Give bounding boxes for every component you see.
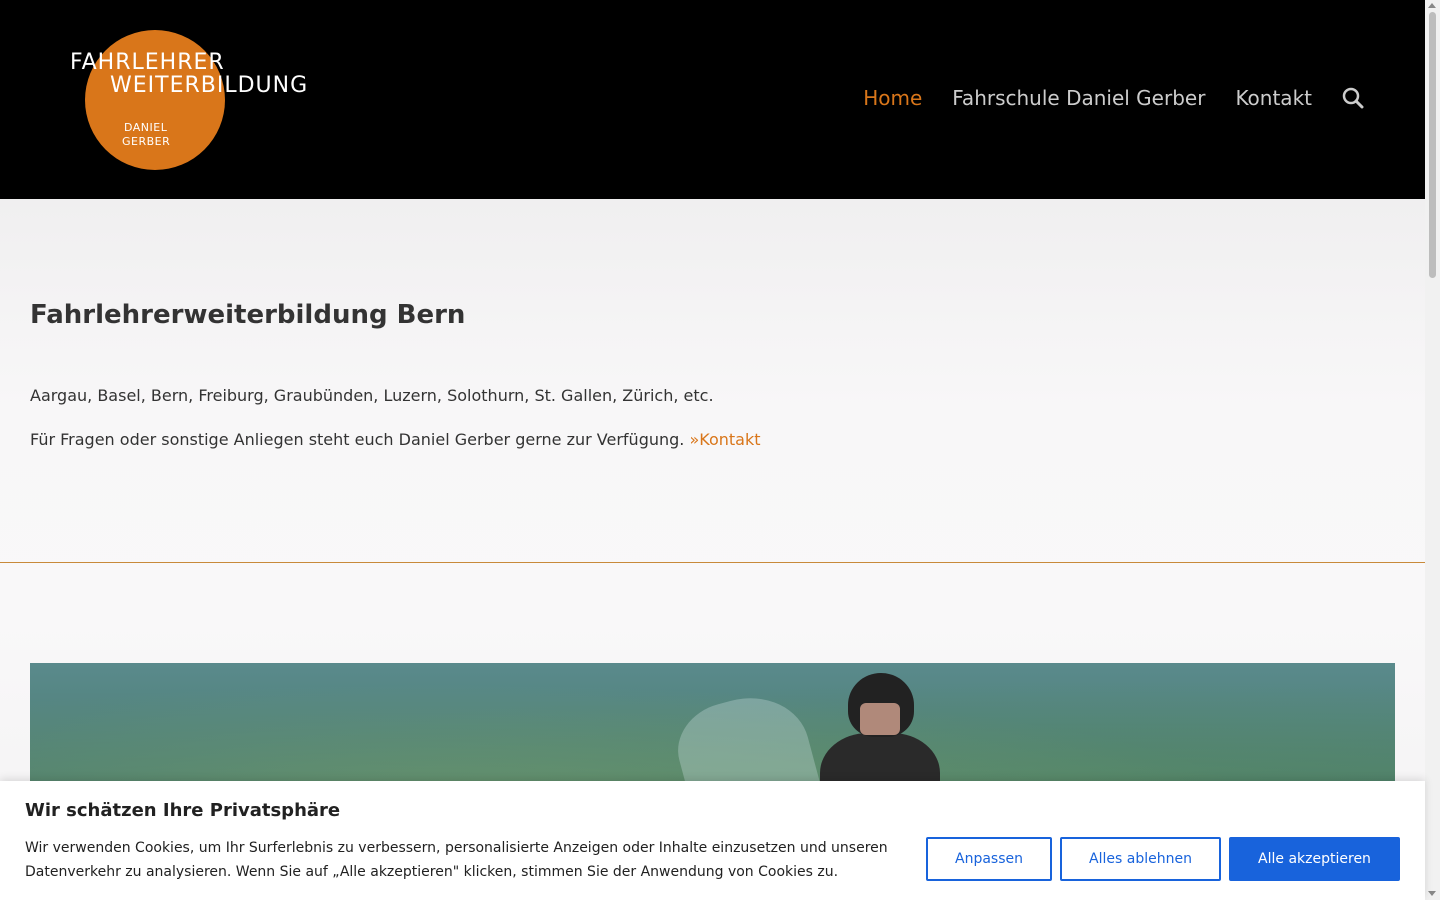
cookie-title: Wir schätzen Ihre Privatsphäre [25, 800, 341, 821]
reject-all-button[interactable]: Alles ablehnen [1060, 837, 1221, 881]
nav-item-kontakt[interactable]: Kontakt [1235, 86, 1312, 110]
contact-sentence: Für Fragen oder sonstige Anliegen steht … [30, 430, 685, 449]
scrollbar[interactable] [1425, 0, 1440, 900]
search-icon[interactable] [1342, 87, 1364, 109]
logo-line1: FAHRLEHRER [70, 50, 225, 75]
logo-line2: WEITERBILDUNG [110, 73, 309, 98]
nav-item-home[interactable]: Home [863, 86, 922, 110]
logo-sub1: DANIEL [124, 121, 168, 134]
scroll-down-arrow-icon[interactable] [1428, 891, 1436, 896]
cookie-banner: Wir schätzen Ihre Privatsphäre Wir verwe… [0, 781, 1425, 900]
site-header: FAHRLEHRER WEITERBILDUNG DANIEL GERBER H… [0, 0, 1425, 199]
customize-button[interactable]: Anpassen [926, 837, 1052, 881]
site-logo[interactable]: FAHRLEHRER WEITERBILDUNG DANIEL GERBER [70, 30, 380, 172]
accept-all-button[interactable]: Alle akzeptieren [1229, 837, 1400, 881]
contact-text: Für Fragen oder sonstige Anliegen steht … [30, 430, 761, 449]
cookie-text: Wir verwenden Cookies, um Ihr Surferlebn… [25, 840, 888, 880]
scroll-up-arrow-icon[interactable] [1428, 3, 1436, 8]
rider-face [860, 703, 900, 735]
logo-sub2: GERBER [122, 135, 171, 148]
regions-text: Aargau, Basel, Bern, Freiburg, Graubünde… [30, 386, 714, 405]
main-nav: Home Fahrschule Daniel Gerber Kontakt [833, 86, 1364, 110]
section-divider [0, 562, 1425, 563]
page-title: Fahrlehrerweiterbildung Bern [30, 300, 466, 330]
contact-link[interactable]: »Kontakt [689, 430, 760, 449]
scroll-thumb[interactable] [1429, 12, 1436, 278]
nav-item-fahrschule[interactable]: Fahrschule Daniel Gerber [952, 86, 1205, 110]
